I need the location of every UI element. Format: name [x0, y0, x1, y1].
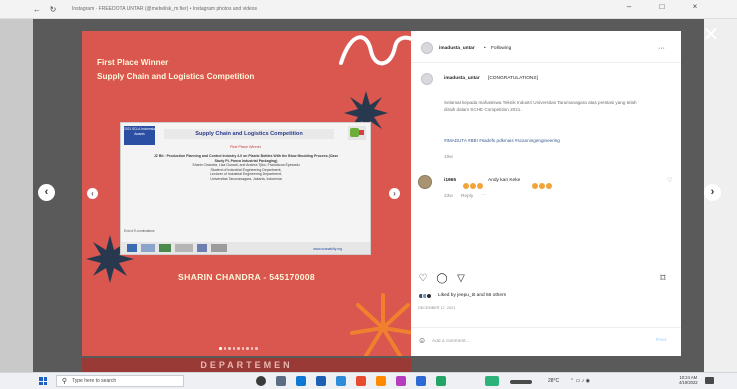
- certificate-footer: End of E-nominations: [124, 229, 155, 233]
- post-image-title-line1: First Place Winner: [97, 58, 169, 67]
- office-icon[interactable]: [376, 376, 386, 386]
- caption-headline: [CONGRATULATIONS]: [488, 76, 538, 81]
- screen: ← ↻ Instagram · FREEDOTA UNTAR (@mebelis…: [0, 0, 737, 389]
- certificate-url: www.scanabilty.org: [313, 247, 342, 251]
- taskbar-search-input[interactable]: [72, 378, 182, 384]
- carousel-dot: [223, 347, 226, 350]
- post-username[interactable]: imadusta_untar: [439, 46, 475, 51]
- caption-hashtags[interactable]: #IMADUTA #BBI #sadefs pdkmais #scanninge…: [444, 138, 560, 143]
- cortana-icon[interactable]: [256, 376, 266, 386]
- refresh-icon[interactable]: ↻: [48, 5, 58, 14]
- close-icon[interactable]: ✕: [700, 24, 722, 46]
- chevron-left-icon[interactable]: ‹: [38, 184, 55, 201]
- affiliation-3: Universitas Tarumanagara, Jakarta, Indon…: [210, 176, 282, 181]
- liked-by-text[interactable]: Liked by jeepu_tit and 56 others: [438, 293, 506, 298]
- post-comment-button[interactable]: Post: [656, 338, 666, 343]
- carousel-dot: [246, 347, 249, 350]
- page-bottom-strip: DEPARTEMEN: [82, 358, 411, 372]
- window-close-icon[interactable]: ×: [687, 2, 703, 11]
- following-button[interactable]: Following: [491, 46, 511, 51]
- notification-icon[interactable]: [705, 377, 714, 384]
- carousel-dot: [255, 347, 258, 350]
- taskbar: ⚲ 28°C ⌃ ▭ ♪ ◉ 10:24 AM 4/19/2022: [0, 372, 737, 389]
- post-image: First Place Winner Supply Chain and Logi…: [82, 31, 411, 356]
- windows-start-icon[interactable]: [39, 377, 47, 385]
- maximize-icon[interactable]: □: [654, 2, 670, 11]
- certificate: 2021 SCLA Indonesia Awards Supply Chain …: [120, 122, 371, 255]
- clock-date: 4/19/2022: [679, 380, 698, 385]
- tray-icons[interactable]: ⌃ ▭ ♪ ◉: [570, 378, 590, 384]
- page-left-edge: [0, 19, 33, 372]
- decorative-wave-icon: [339, 35, 411, 66]
- liked-by-avatars: [418, 293, 436, 299]
- edge-icon[interactable]: [296, 376, 306, 386]
- paper-title: JZ Bit : Production Planning and Control…: [153, 154, 339, 163]
- organizer-logo: [348, 126, 366, 140]
- app-icon[interactable]: [510, 380, 532, 384]
- clock[interactable]: 10:24 AM 4/19/2022: [679, 375, 698, 385]
- avatar[interactable]: [421, 42, 433, 54]
- post-image-title-line2: Supply Chain and Logistics Competition: [97, 72, 255, 81]
- caption-age: 19w: [444, 155, 453, 160]
- post-actions: ♡ ◯ ▽: [417, 273, 467, 285]
- app-icon[interactable]: [485, 376, 499, 386]
- comment-like-icon[interactable]: ♡: [667, 177, 672, 184]
- task-view-icon[interactable]: [276, 376, 286, 386]
- comment-reply-button[interactable]: Reply: [461, 194, 473, 199]
- media-prev-icon[interactable]: ‹: [87, 188, 98, 199]
- comment-input[interactable]: [432, 337, 632, 346]
- bookmark-icon[interactable]: ⌑: [657, 273, 669, 285]
- explorer-icon[interactable]: [336, 376, 346, 386]
- comment-text: Andy kan Keke: [488, 178, 521, 183]
- mail-icon[interactable]: [316, 376, 326, 386]
- caption-avatar[interactable]: [421, 73, 433, 85]
- carousel-dot: [241, 347, 244, 350]
- follow-separator: •: [484, 46, 486, 51]
- comment-divider: [411, 327, 681, 328]
- carousel-dots: [219, 347, 258, 350]
- carousel-dot: [228, 347, 231, 350]
- excel-icon[interactable]: [436, 376, 446, 386]
- media-next-icon[interactable]: ›: [389, 188, 400, 199]
- comment-avatar[interactable]: [418, 175, 432, 189]
- post-date: DECEMBER 17, 2021: [418, 306, 456, 310]
- chrome-icon[interactable]: [356, 376, 366, 386]
- more-options-icon[interactable]: ···: [658, 45, 665, 52]
- share-icon[interactable]: ▽: [455, 273, 467, 285]
- post-panel: imadusta_untar • Following ··· imadusta_…: [411, 31, 681, 356]
- comment-icon[interactable]: ◯: [436, 273, 448, 285]
- weather-text[interactable]: 28°C: [548, 378, 559, 384]
- carousel-dot: [219, 347, 222, 350]
- browser-title-bar: ← ↻ Instagram · FREEDOTA UNTAR (@mebelis…: [0, 0, 737, 19]
- comment-username[interactable]: i1965: [444, 178, 456, 183]
- emoji-icon[interactable]: ☺: [418, 336, 426, 345]
- heart-icon[interactable]: ♡: [417, 273, 429, 285]
- taskbar-search[interactable]: ⚲: [56, 375, 184, 387]
- tab-title: Instagram · FREEDOTA UNTAR (@mebelisk_m.…: [72, 6, 258, 12]
- certificate-subtitle: First Place Winner: [229, 145, 261, 149]
- winner-name: SHARIN CHANDRA - 545170008: [178, 272, 315, 282]
- search-icon: ⚲: [61, 378, 68, 385]
- minimize-icon[interactable]: –: [621, 2, 637, 11]
- comment-age: 23w: [444, 194, 453, 199]
- caption-username[interactable]: imadusta_untar: [444, 76, 480, 81]
- header-divider: [411, 62, 681, 63]
- word-icon[interactable]: [416, 376, 426, 386]
- carousel-dot: [237, 347, 240, 350]
- emoji-group-icon: [532, 177, 553, 195]
- carousel-dot: [232, 347, 235, 350]
- carousel-dot: [250, 347, 253, 350]
- back-arrow-icon[interactable]: ←: [32, 5, 42, 14]
- certificate-body: JZ Bit : Production Planning and Control…: [151, 154, 341, 182]
- certificate-title: Supply Chain and Logistics Competition: [164, 129, 334, 139]
- caption-text: Selamat kepada mahasiswa Teknik Industri…: [444, 100, 637, 112]
- chevron-right-icon[interactable]: ›: [704, 184, 721, 201]
- comment-more-icon[interactable]: ···: [481, 193, 486, 198]
- orange-burst-icon: [350, 293, 411, 356]
- award-badge: 2021 SCLA Indonesia Awards: [124, 126, 155, 145]
- instagram-icon[interactable]: [396, 376, 406, 386]
